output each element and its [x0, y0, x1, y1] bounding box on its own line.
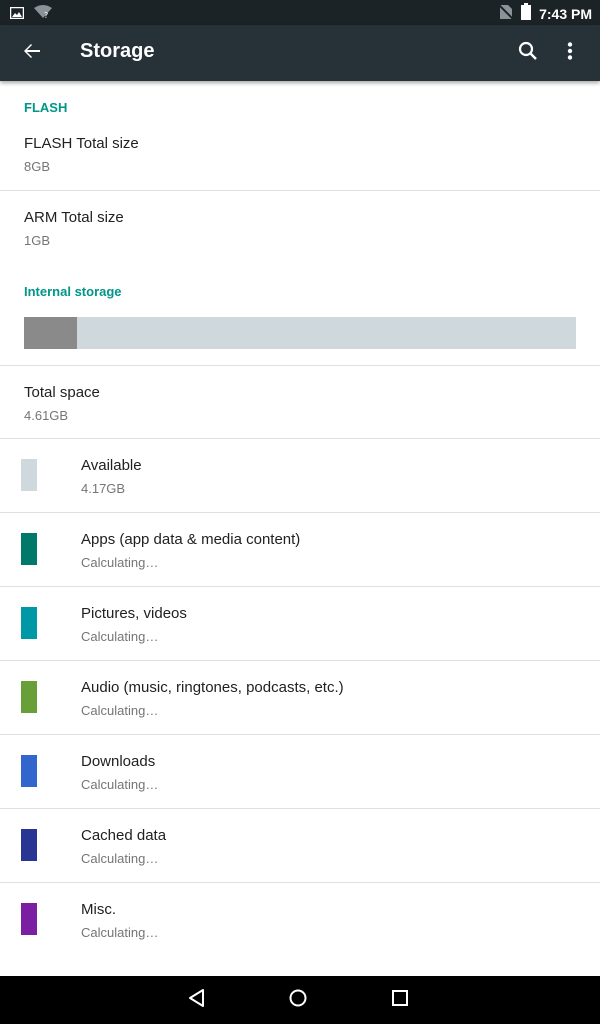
item-summary: Calculating… [81, 925, 159, 940]
color-swatch [21, 903, 37, 935]
pref-arm-total-size[interactable]: ARM Total size 1GB [0, 191, 600, 265]
section-header-internal-storage: Internal storage [24, 284, 122, 299]
storage-item-downloads[interactable]: Downloads Calculating… [0, 735, 600, 809]
storage-item-available[interactable]: Available 4.17GB [0, 439, 600, 513]
storage-item-misc[interactable]: Misc. Calculating… [0, 883, 600, 957]
svg-text:?: ? [44, 11, 48, 19]
storage-item-apps[interactable]: Apps (app data & media content) Calculat… [0, 513, 600, 587]
pref-flash-total-size[interactable]: FLASH Total size 8GB [0, 117, 600, 191]
app-bar: Storage [0, 25, 600, 81]
page-title: Storage [80, 40, 155, 62]
item-summary: 4.17GB [81, 481, 126, 496]
recents-square-icon [391, 989, 409, 1011]
search-icon [518, 41, 538, 65]
home-circle-icon [288, 988, 308, 1012]
no-sim-icon [498, 3, 514, 24]
navigation-bar [0, 976, 600, 1024]
color-swatch [21, 681, 37, 713]
item-title: Pictures, videos [81, 605, 187, 622]
status-time: 7:43 PM [539, 5, 592, 22]
nav-recents-button[interactable] [382, 982, 418, 1018]
status-bar: ? 7:43 PM [0, 0, 600, 25]
more-options-button[interactable] [552, 35, 588, 71]
color-swatch [21, 755, 37, 787]
color-swatch [21, 607, 37, 639]
storage-item-audio[interactable]: Audio (music, ringtones, podcasts, etc.)… [0, 661, 600, 735]
item-title: Audio (music, ringtones, podcasts, etc.) [81, 679, 344, 696]
item-summary: Calculating… [81, 703, 159, 718]
back-triangle-icon [187, 988, 207, 1012]
storage-item-cached-data[interactable]: Cached data Calculating… [0, 809, 600, 883]
storage-usage-used [24, 317, 77, 349]
item-title: Cached data [81, 827, 167, 844]
pref-title: ARM Total size [24, 209, 124, 226]
nav-home-button[interactable] [280, 982, 316, 1018]
color-swatch [21, 533, 37, 565]
back-button[interactable] [14, 35, 50, 71]
item-title: Apps (app data & media content) [81, 531, 301, 548]
item-summary: Calculating… [81, 555, 159, 570]
storage-usage-bar [24, 317, 576, 349]
item-summary: Calculating… [81, 629, 159, 644]
pref-title: Total space [24, 384, 100, 401]
pref-summary: 1GB [24, 233, 51, 248]
color-swatch [21, 829, 37, 861]
search-button[interactable] [510, 35, 546, 71]
section-header-flash: FLASH [24, 100, 68, 115]
item-summary: Calculating… [81, 851, 159, 866]
item-title: Available [81, 457, 142, 474]
battery-icon [521, 3, 532, 24]
nav-back-button[interactable] [179, 982, 215, 1018]
item-title: Downloads [81, 753, 156, 770]
item-title: Misc. [81, 901, 116, 918]
image-icon [9, 4, 25, 23]
pref-title: FLASH Total size [24, 135, 139, 152]
wifi-icon: ? [34, 4, 52, 23]
pref-summary: 4.61GB [24, 408, 69, 423]
item-summary: Calculating… [81, 777, 159, 792]
pref-total-space[interactable]: Total space 4.61GB [0, 365, 600, 439]
back-arrow-icon [23, 42, 41, 64]
storage-settings-list[interactable]: FLASH FLASH Total size 8GB ARM Total siz… [0, 81, 600, 976]
more-vert-icon [567, 42, 573, 64]
color-swatch [21, 459, 37, 491]
pref-summary: 8GB [24, 159, 51, 174]
storage-item-pictures-videos[interactable]: Pictures, videos Calculating… [0, 587, 600, 661]
